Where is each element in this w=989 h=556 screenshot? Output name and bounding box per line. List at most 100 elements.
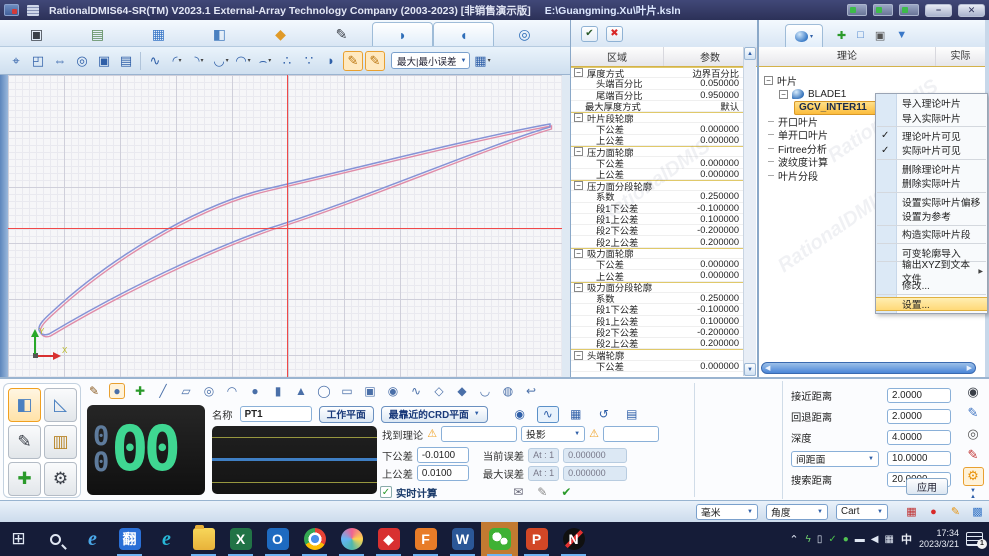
crd-plane-combo[interactable]: 最靠近的CRD平面 ▼ — [381, 406, 488, 423]
concentric-tool[interactable]: ◉ — [385, 383, 401, 399]
approach-distance-input[interactable]: 2.0000 — [887, 388, 951, 403]
found-theory-input[interactable] — [441, 426, 517, 442]
strip-scroll-icons[interactable]: ▼ ▲ — [970, 488, 976, 501]
cone-tool[interactable]: ▲ — [293, 383, 309, 399]
open-curve-tool[interactable]: ◡ — [477, 383, 493, 399]
scroll-down-icon[interactable]: ▼ — [744, 363, 756, 376]
projection-value-input[interactable] — [603, 426, 659, 442]
search-button[interactable] — [37, 522, 74, 556]
menu-set-as-reference[interactable]: 设置为参考 — [876, 209, 987, 223]
projection-combo[interactable]: 投影 ▼ — [521, 426, 585, 442]
menu-modify[interactable]: 修改... — [876, 278, 987, 292]
probe-config-button[interactable]: ◧ — [8, 388, 41, 422]
probe-mini-icon[interactable]: ✎ — [537, 485, 547, 499]
tab-program[interactable]: ▤ — [67, 22, 128, 46]
tray-security-icon[interactable]: ✓ — [828, 534, 836, 545]
lico-box-button[interactable]: ▥ — [44, 425, 77, 459]
menu-import-theory-blade[interactable]: 导入理论叶片 — [876, 96, 987, 110]
feature-name-input[interactable]: PT1 — [240, 406, 312, 422]
taskbar-powerpoint[interactable]: P — [518, 522, 555, 556]
program-link-icon[interactable] — [873, 4, 893, 16]
lower-tolerance-input[interactable]: -0.0100 — [417, 447, 469, 463]
slot-tool[interactable]: ▭ — [339, 383, 355, 399]
tab-blade[interactable]: ◗ — [372, 22, 433, 46]
coord-system-button[interactable]: ✚ — [8, 462, 41, 496]
id-label-tool[interactable]: ▤ — [116, 51, 136, 71]
blade-measure-tool[interactable]: ✎ — [365, 51, 385, 71]
cylinder-tool[interactable]: ▮ — [270, 383, 286, 399]
zoom-search-icon[interactable]: ◎ — [963, 425, 984, 444]
taskbar-outlook[interactable]: O — [259, 522, 296, 556]
line-tool[interactable]: ╱ — [155, 383, 171, 399]
display-grid-tool[interactable]: ▦ ▾ — [472, 51, 492, 71]
probe-sensor-button[interactable]: ✎ — [8, 425, 41, 459]
apply-button[interactable]: 应用 — [906, 478, 948, 495]
blade-surface-tool[interactable]: ◗ — [321, 51, 341, 71]
view-graph-toggle[interactable]: ∿ — [537, 406, 559, 423]
tab-table[interactable]: ▦ — [128, 22, 189, 46]
menu-construct-actual-segment[interactable]: 构造实际叶片段 — [876, 227, 987, 241]
zoom-window-tool[interactable]: ◰ — [28, 51, 48, 71]
curve-tool-1[interactable]: ◜▾ — [167, 51, 187, 71]
blade-edit-tool[interactable]: ✎ — [343, 51, 363, 71]
sphere-pattern-tool[interactable]: ◍ — [500, 383, 516, 399]
taskbar-napp[interactable]: N — [555, 522, 592, 556]
coord-combo[interactable]: Cart ▼ — [836, 504, 888, 520]
snapshot-side-icon[interactable]: ◉ — [963, 383, 984, 402]
menu-import-actual-blade[interactable]: 导入实际叶片 — [876, 110, 987, 124]
tab-curve[interactable]: ◖ — [433, 22, 494, 46]
probe-alt-icon[interactable]: ✎ — [963, 446, 984, 465]
hook-curve-tool[interactable]: ↩ — [523, 383, 539, 399]
taskbar-shield[interactable]: ◆ — [370, 522, 407, 556]
hexagon-tool[interactable]: ◆ — [454, 383, 470, 399]
point-tool[interactable]: ● — [109, 383, 125, 399]
taskbar-excel[interactable]: X — [222, 522, 259, 556]
parallel-planes-tool[interactable]: ▣ — [362, 383, 378, 399]
ime-indicator[interactable]: 中 — [901, 531, 912, 547]
column-header-actual[interactable]: 实际 — [936, 47, 985, 66]
menu-list-icon[interactable] — [27, 5, 39, 16]
tree-hscrollbar[interactable]: ◀ ▶ — [761, 362, 976, 374]
tray-network-icon[interactable]: ▦ — [885, 534, 894, 545]
pitch-surface-combo[interactable]: 间距面▼ — [791, 451, 879, 467]
tray-usb-icon[interactable]: ϟ — [806, 534, 811, 545]
machine-link-icon[interactable] — [847, 4, 867, 16]
confirm-icon[interactable]: ✔ — [581, 26, 598, 42]
depth-input[interactable]: 4.0000 — [887, 430, 951, 445]
pen-marker-icon[interactable]: ✎ — [948, 504, 963, 519]
column-header-theory[interactable]: 理论 — [759, 47, 936, 66]
curve-tool-5[interactable]: ⌢▾ — [255, 51, 275, 71]
menu-settings[interactable]: 设置... — [876, 297, 987, 311]
blade-view-tab[interactable]: ▾ — [785, 24, 823, 47]
menu-delete-actual-blade[interactable]: 删除实际叶片 — [876, 176, 987, 190]
menu-actual-blade-visible[interactable]: ✓实际叶片可见 — [876, 143, 987, 157]
tab-report[interactable]: ◎ — [494, 22, 555, 46]
view-table-toggle[interactable]: ▦ — [565, 406, 587, 423]
taskbar-translate[interactable]: 翻 — [111, 522, 148, 556]
retract-distance-input[interactable]: 2.0000 — [887, 409, 951, 424]
minimize-button[interactable]: − — [925, 4, 952, 17]
tray-battery-icon[interactable]: ▯ — [817, 534, 823, 545]
view-curve-toggle[interactable]: ↺ — [593, 406, 615, 423]
taskbar-paint[interactable] — [333, 522, 370, 556]
window-icon[interactable]: □ — [857, 29, 864, 41]
column-header-region[interactable]: 区域 — [571, 47, 664, 66]
tray-bubble-icon[interactable]: ● — [843, 534, 849, 545]
scroll-right-icon[interactable]: ▶ — [967, 364, 972, 372]
param-scrollbar[interactable]: ▲ ▼ — [743, 47, 756, 376]
tree-item-blade-root[interactable]: −叶片 — [759, 74, 985, 88]
taskbar-foxit[interactable]: F — [407, 522, 444, 556]
device-link-icon[interactable] — [899, 4, 919, 16]
curve-tool-2[interactable]: ◝▾ — [189, 51, 209, 71]
error-mode-combo[interactable]: 最大|最小误差 ▼ — [391, 52, 470, 69]
menu-delete-theory-blade[interactable]: 删除理论叶片 — [876, 162, 987, 176]
pitch-surface-input[interactable]: 10.0000 — [887, 451, 951, 466]
scroll-left-icon[interactable]: ◀ — [765, 364, 770, 372]
param-row[interactable]: 下公差0.000000 — [571, 361, 745, 372]
menu-export-xyz[interactable]: 输出XYZ到文本文件▶ — [876, 264, 987, 278]
graphics-canvas[interactable]: Y X — [8, 75, 562, 377]
taskbar-wechat[interactable] — [481, 522, 518, 556]
tab-machine[interactable]: ▣ — [6, 22, 67, 46]
workplane-button[interactable]: 工作平面 — [319, 406, 374, 423]
taskbar-word[interactable]: W — [444, 522, 481, 556]
